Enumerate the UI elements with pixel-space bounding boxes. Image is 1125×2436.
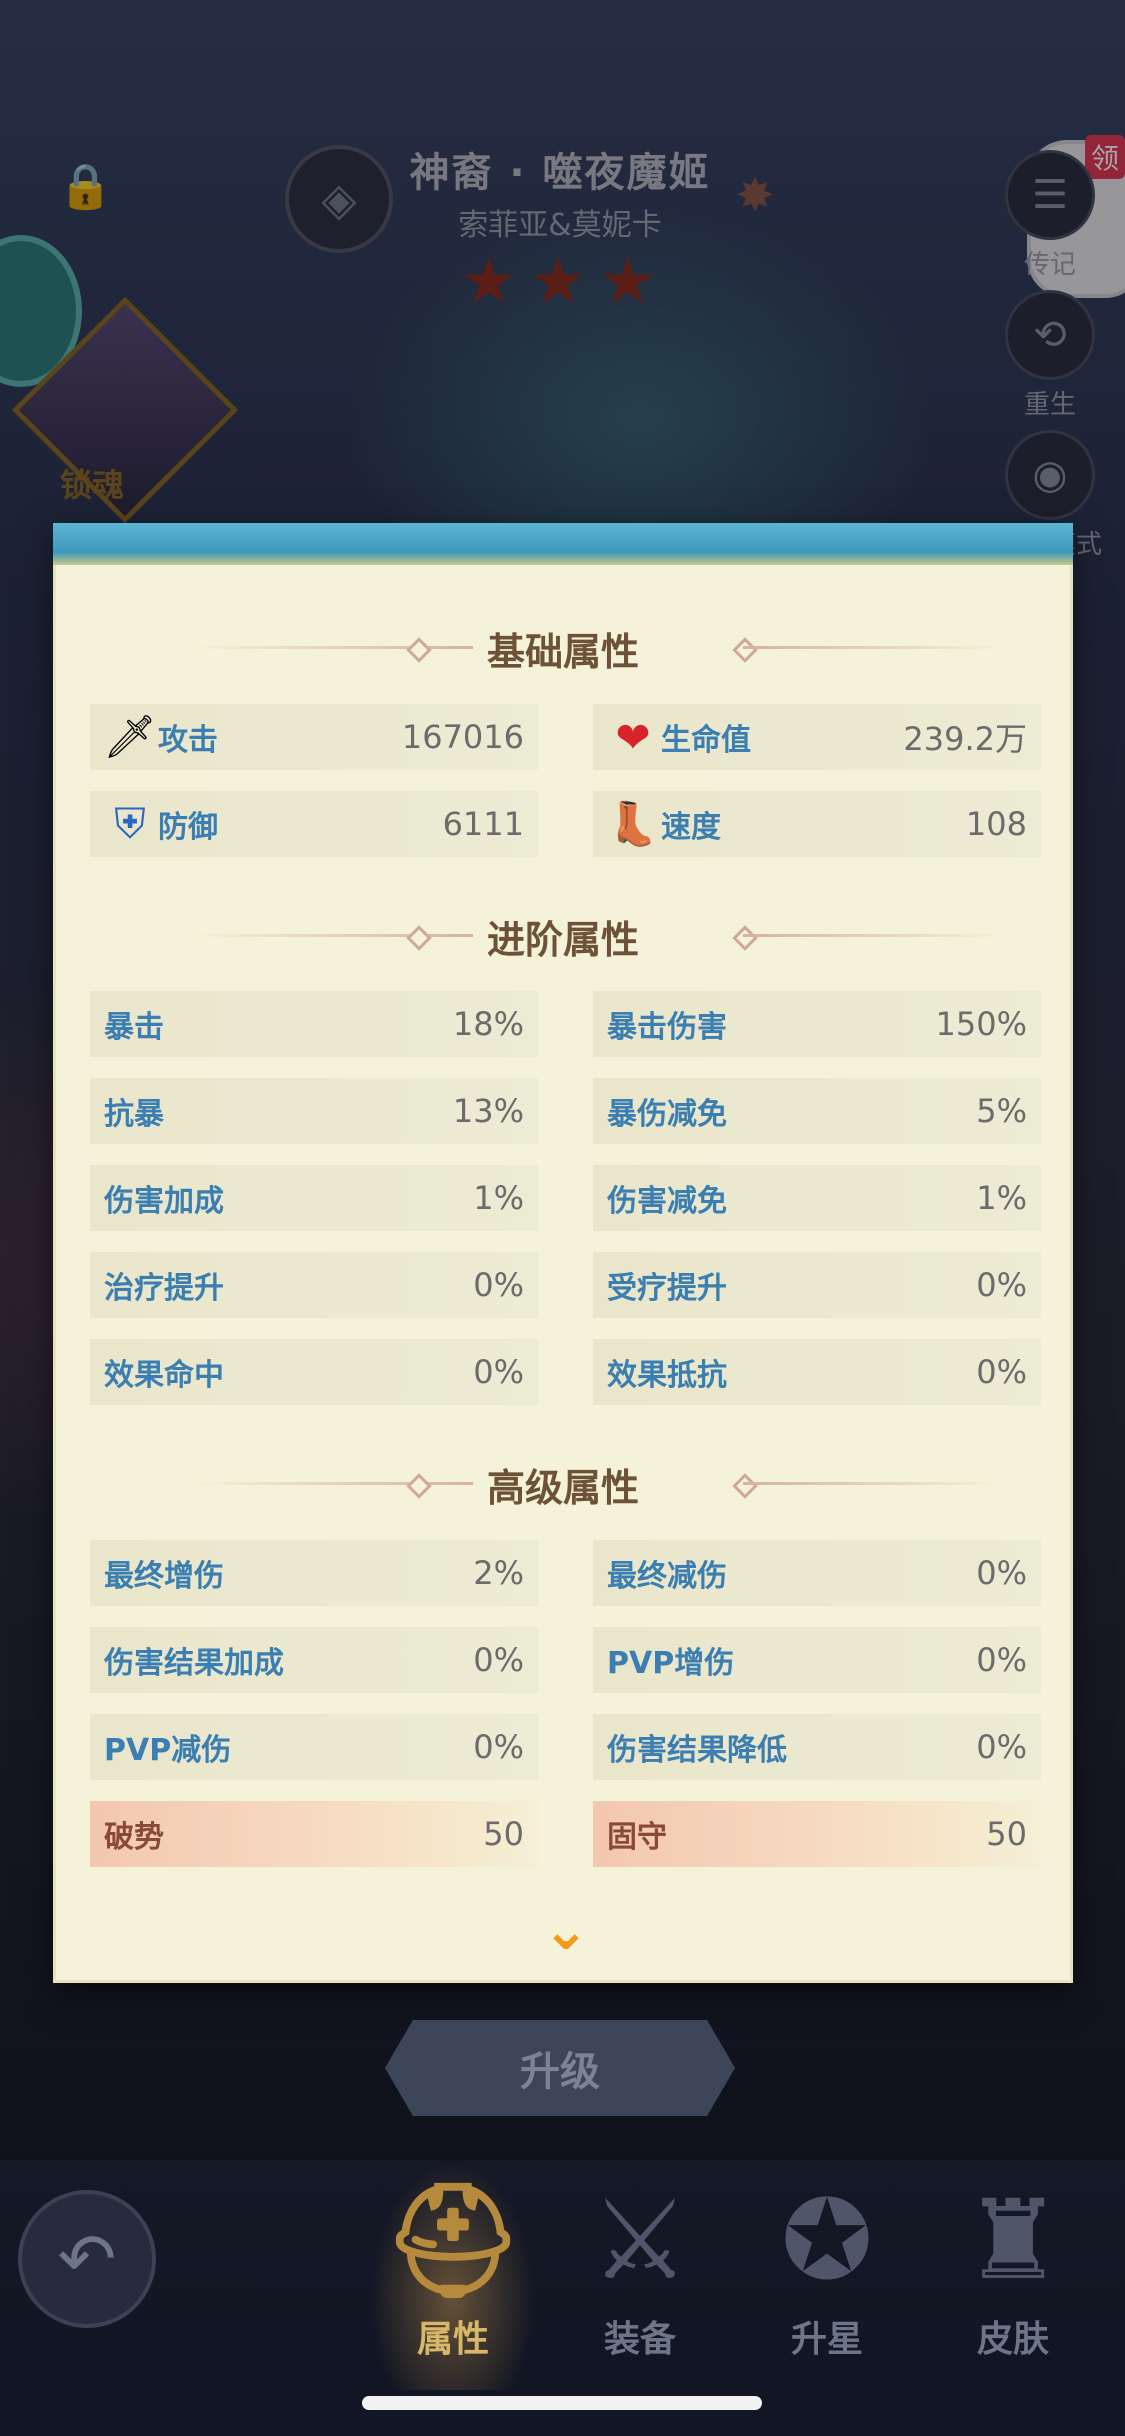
stat-row: 抗暴 13% <box>90 1078 538 1144</box>
stat-value: 1% <box>976 1179 1027 1217</box>
stat-value: 0% <box>473 1266 524 1304</box>
stat-label: 暴击伤害 <box>607 1010 727 1045</box>
helmet-icon: ⛑ <box>383 2176 523 2304</box>
stat-row: PVP增伤 0% <box>593 1627 1041 1693</box>
stat-value: 108 <box>965 805 1027 843</box>
stat-label: 暴击 <box>104 1010 164 1045</box>
stat-label: 防御 <box>158 810 218 845</box>
stat-value: 0% <box>976 1554 1027 1592</box>
stat-label: 最终增伤 <box>104 1559 224 1594</box>
armor-icon: ♜ <box>963 2176 1063 2304</box>
stat-hp: ❤ 生命值 239.2万 <box>593 704 1041 770</box>
attribute-panel: 基础属性 🗡 攻击 167016 ❤ 生命值 239.2万 ⛨ 防御 6111 … <box>53 523 1073 1983</box>
stat-row-highlight: 固守 50 <box>593 1801 1041 1867</box>
heart-icon: ❤ <box>615 712 651 762</box>
sword-icon: ⚔ <box>590 2176 690 2304</box>
stat-label: 受疗提升 <box>607 1271 727 1306</box>
stat-value: 0% <box>473 1641 524 1679</box>
stat-value: 167016 <box>401 718 524 756</box>
upgrade-button[interactable]: 升级 <box>385 2020 735 2116</box>
stat-row: 受疗提升 0% <box>593 1252 1041 1318</box>
stat-value: 0% <box>976 1266 1027 1304</box>
tab-label: 升星 <box>790 2319 863 2360</box>
stat-value: 50 <box>483 1815 524 1853</box>
home-indicator[interactable] <box>362 2396 762 2410</box>
tab-label: 皮肤 <box>976 2319 1049 2360</box>
stat-value: 18% <box>452 1005 524 1043</box>
stat-value: 0% <box>473 1353 524 1391</box>
stat-label: 破势 <box>104 1820 164 1855</box>
stat-label: 伤害结果降低 <box>607 1733 787 1768</box>
stat-label: 伤害结果加成 <box>104 1646 284 1681</box>
section-title-basic: 基础属性 <box>486 630 639 674</box>
stat-defense: ⛨ 防御 6111 <box>90 791 538 857</box>
stat-row: 暴伤减免 5% <box>593 1078 1041 1144</box>
stat-row: 暴击 18% <box>90 991 538 1057</box>
stat-label: 伤害减免 <box>607 1184 727 1219</box>
stat-row: 伤害加成 1% <box>90 1165 538 1231</box>
stat-row: 最终减伤 0% <box>593 1540 1041 1606</box>
stat-label: 速度 <box>661 810 721 845</box>
stat-label: PVP增伤 <box>607 1646 735 1681</box>
stat-label: PVP减伤 <box>104 1733 232 1768</box>
panel-top-band <box>53 523 1073 565</box>
section-title-senior: 高级属性 <box>486 1466 639 1510</box>
stat-value: 13% <box>452 1092 524 1130</box>
stat-row-highlight: 破势 50 <box>90 1801 538 1867</box>
stat-row: 最终增伤 2% <box>90 1540 538 1606</box>
stat-row: 暴击伤害 150% <box>593 991 1041 1057</box>
shield-icon: ⛨ <box>114 799 146 848</box>
stat-attack: 🗡 攻击 167016 <box>90 704 538 770</box>
stat-value: 50 <box>986 1815 1027 1853</box>
sword-icon: 🗡 <box>103 712 157 761</box>
stat-value: 2% <box>473 1554 524 1592</box>
stat-label: 效果抵抗 <box>607 1358 727 1393</box>
tab-skins[interactable]: ♜ 皮肤 <box>938 2170 1088 2362</box>
stat-row: 效果抵抗 0% <box>593 1339 1041 1405</box>
tab-attributes[interactable]: ⛑ 属性 <box>378 2170 528 2362</box>
tab-label: 装备 <box>603 2319 676 2360</box>
stat-label: 生命值 <box>661 723 751 758</box>
stat-label: 伤害加成 <box>104 1184 224 1219</box>
stat-label: 暴伤减免 <box>607 1097 727 1132</box>
stat-label: 最终减伤 <box>607 1559 727 1594</box>
stat-row: 伤害结果降低 0% <box>593 1714 1041 1780</box>
tab-equipment[interactable]: ⚔ 装备 <box>565 2170 715 2362</box>
boot-icon: 👢 <box>606 799 660 848</box>
star-badge-icon: ✪ <box>780 2176 874 2304</box>
back-arrow-icon[interactable]: ↶ <box>18 2190 156 2328</box>
stat-label: 效果命中 <box>104 1358 224 1393</box>
stat-value: 0% <box>976 1728 1027 1766</box>
stat-value: 239.2万 <box>903 720 1027 758</box>
stat-value: 150% <box>935 1005 1027 1043</box>
stat-row: 治疗提升 0% <box>90 1252 538 1318</box>
stat-label: 固守 <box>607 1820 667 1855</box>
stat-row: 效果命中 0% <box>90 1339 538 1405</box>
stat-value: 0% <box>976 1641 1027 1679</box>
stat-value: 1% <box>473 1179 524 1217</box>
stat-label: 治疗提升 <box>104 1271 224 1306</box>
tab-star-up[interactable]: ✪ 升星 <box>752 2170 902 2362</box>
chevron-down-icon[interactable]: ⌄ <box>531 1903 601 1959</box>
stat-label: 攻击 <box>158 723 218 758</box>
section-title-advanced: 进阶属性 <box>486 918 639 962</box>
stat-value: 0% <box>473 1728 524 1766</box>
stat-row: 伤害结果加成 0% <box>90 1627 538 1693</box>
stat-value: 0% <box>976 1353 1027 1391</box>
stat-row: 伤害减免 1% <box>593 1165 1041 1231</box>
stat-label: 抗暴 <box>104 1097 164 1132</box>
stat-row: PVP减伤 0% <box>90 1714 538 1780</box>
stat-speed: 👢 速度 108 <box>593 791 1041 857</box>
stat-value: 5% <box>976 1092 1027 1130</box>
stat-value: 6111 <box>442 805 524 843</box>
tab-label: 属性 <box>416 2319 489 2360</box>
